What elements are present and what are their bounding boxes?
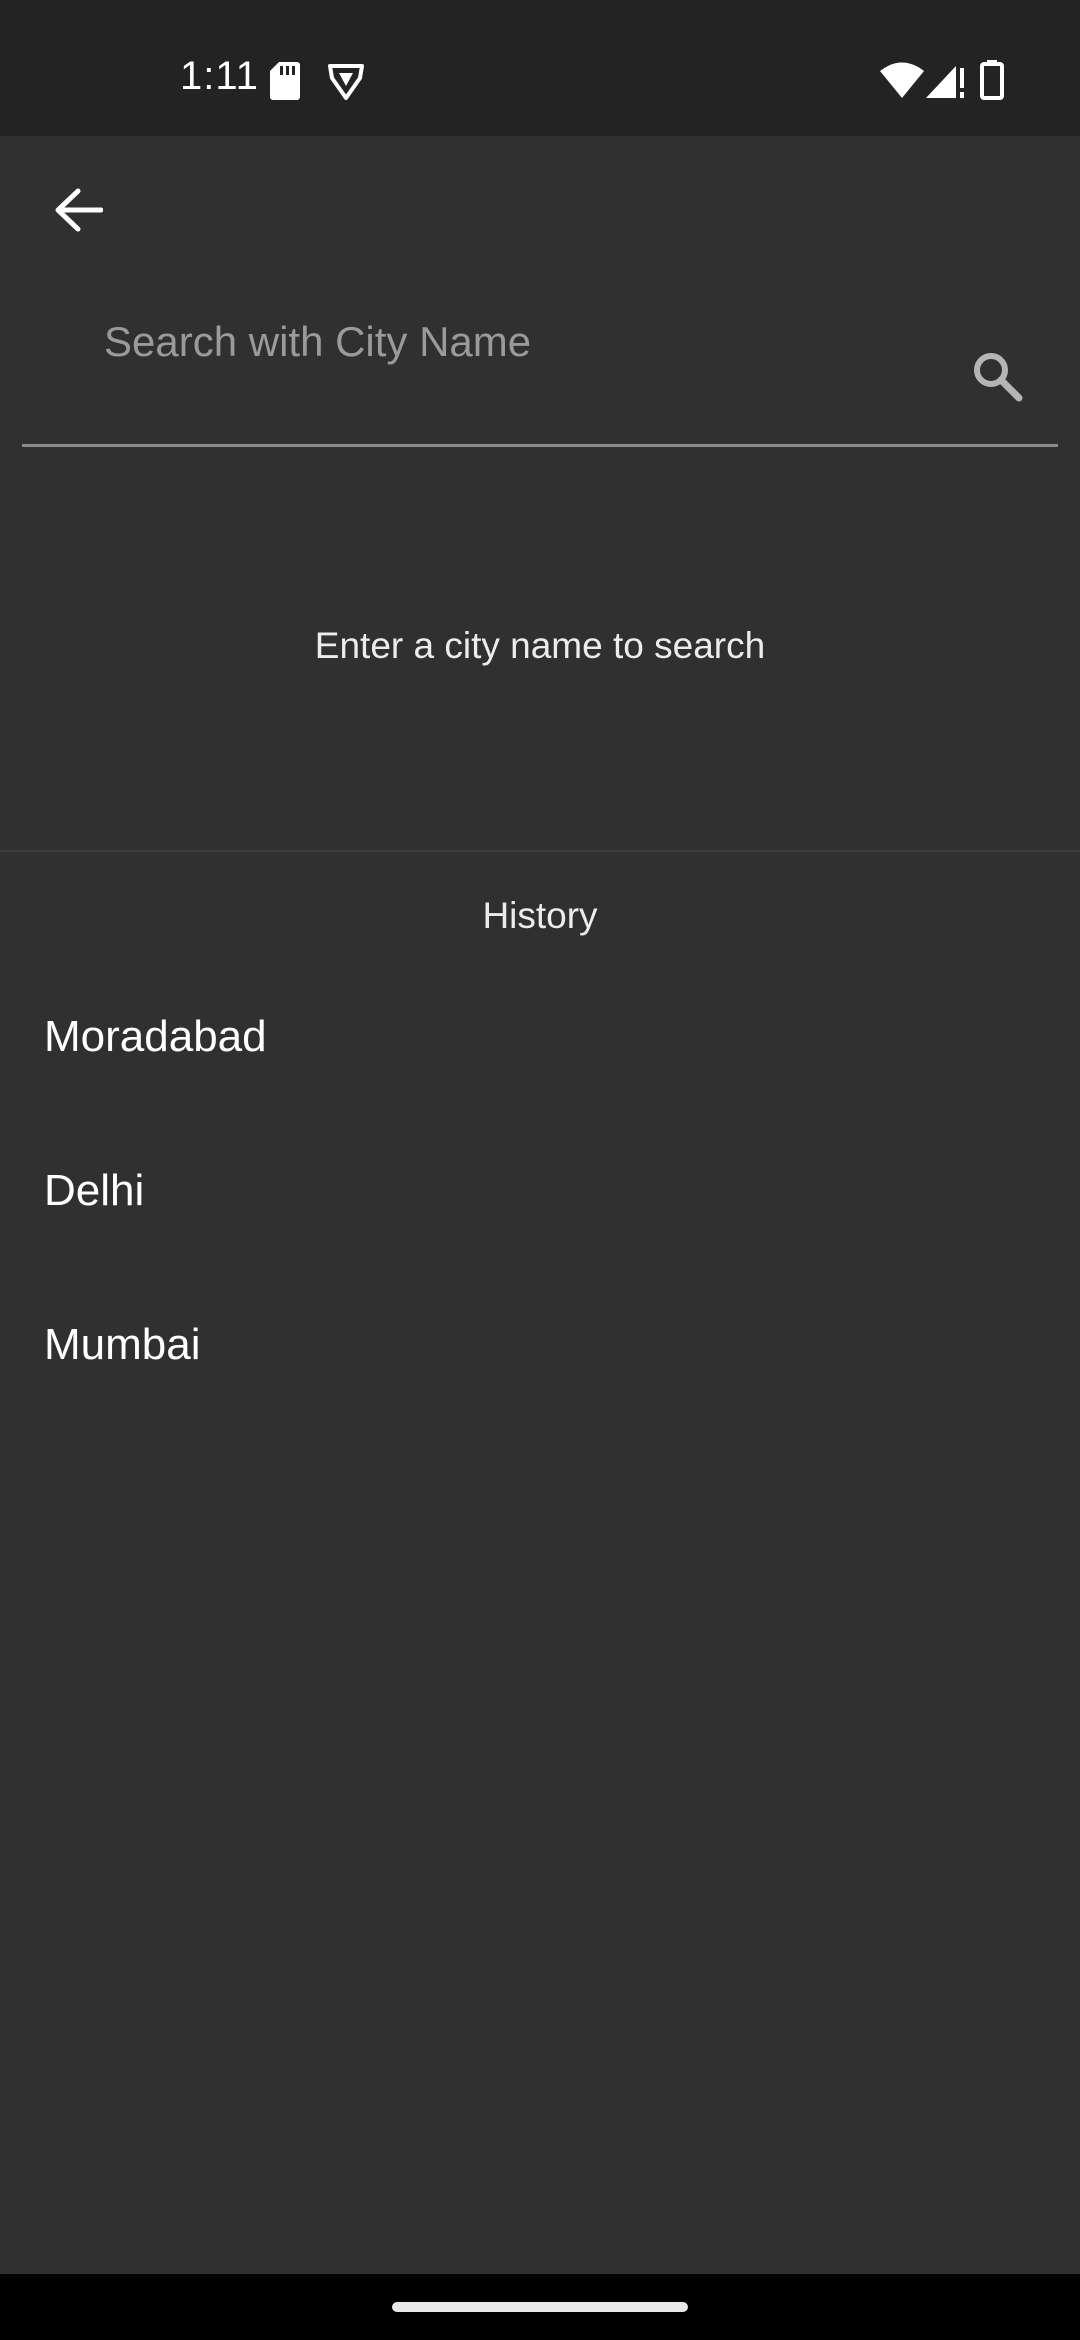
arrow-back-icon xyxy=(53,187,104,238)
search-hint: Enter a city name to search xyxy=(314,625,766,666)
app-screen: 1:11 Search with City Name Enter a city … xyxy=(0,0,1080,2340)
history-item-mumbai[interactable]: Mumbai xyxy=(0,1268,1080,1422)
history-heading: History xyxy=(482,895,598,936)
wifi-icon xyxy=(880,62,924,103)
home-gesture-handle[interactable] xyxy=(392,2302,688,2312)
search-field xyxy=(22,280,1058,447)
navigation-bar xyxy=(0,2274,1080,2340)
search-input[interactable] xyxy=(104,310,944,374)
history-item-delhi[interactable]: Delhi xyxy=(0,1114,1080,1268)
status-time: 1:11 xyxy=(180,54,259,98)
back-button[interactable] xyxy=(36,170,120,254)
battery-icon xyxy=(980,60,1004,105)
history-list: Moradabad Delhi Mumbai xyxy=(0,960,1080,1422)
search-button[interactable] xyxy=(957,338,1037,418)
sd-card-icon xyxy=(270,62,300,105)
vpn-shield-icon xyxy=(326,60,366,107)
search-icon xyxy=(971,350,1023,407)
signal-icon xyxy=(926,62,966,105)
history-item-moradabad[interactable]: Moradabad xyxy=(0,960,1080,1114)
status-bar: 1:11 xyxy=(0,0,1080,136)
section-divider xyxy=(0,850,1080,852)
